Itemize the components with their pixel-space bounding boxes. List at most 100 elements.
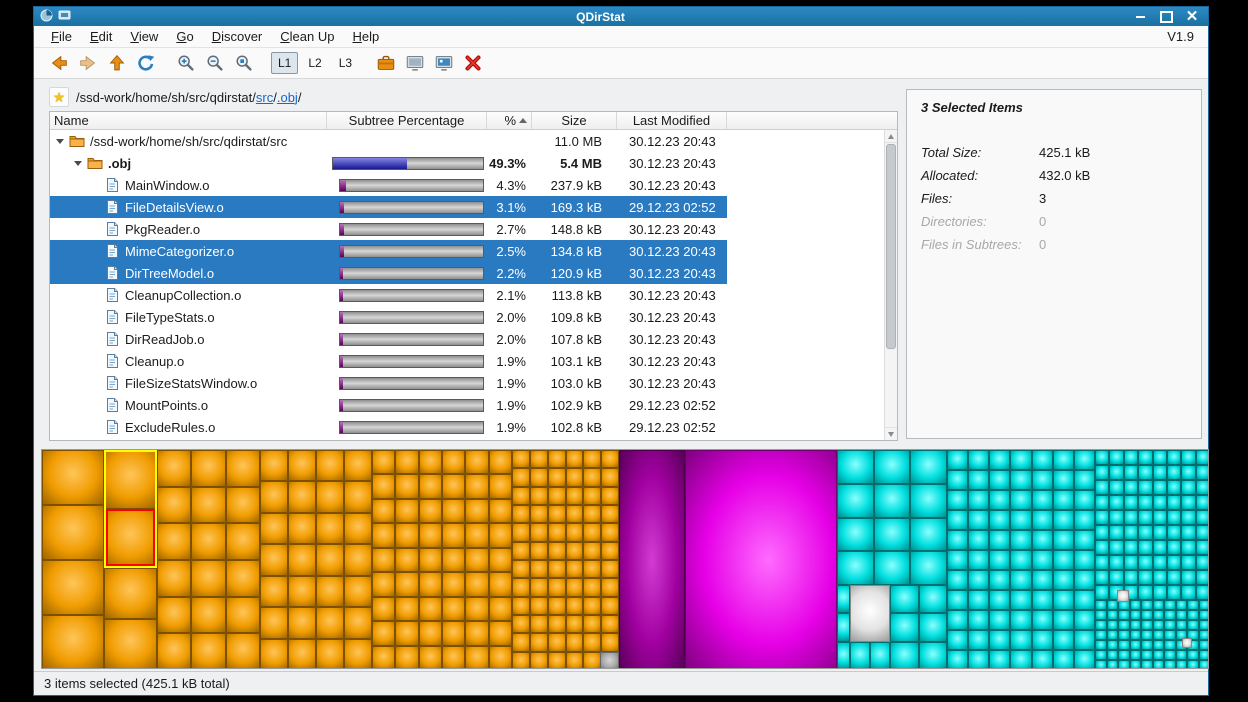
treemap-tile[interactable] <box>191 560 225 597</box>
treemap-tile[interactable] <box>1053 590 1074 610</box>
treemap-tile[interactable] <box>344 576 372 607</box>
up-button[interactable] <box>104 50 130 76</box>
treemap-tile[interactable] <box>260 607 288 638</box>
treemap-tile[interactable] <box>874 450 911 484</box>
treemap-tile[interactable] <box>260 481 288 512</box>
treemap-tile[interactable] <box>1095 570 1109 585</box>
column-header-subtree-percentage[interactable]: Subtree Percentage <box>327 112 487 129</box>
zoom-fit-button[interactable] <box>231 50 257 76</box>
treemap-tile[interactable] <box>837 484 874 518</box>
treemap-tile[interactable] <box>1010 630 1031 650</box>
treemap-tile[interactable] <box>1032 490 1053 510</box>
table-row[interactable]: MimeCategorizer.o2.5%134.8 kB30.12.23 20… <box>50 240 884 262</box>
treemap-tile[interactable] <box>837 450 874 484</box>
treemap-tile[interactable] <box>1130 650 1142 660</box>
treemap-tile[interactable] <box>316 450 344 481</box>
breadcrumb-link[interactable]: src <box>256 90 273 105</box>
treemap-tile[interactable] <box>1109 510 1123 525</box>
layout-l3-button[interactable]: L3 <box>332 52 359 74</box>
treemap-tile[interactable] <box>372 499 395 523</box>
treemap-tile[interactable] <box>1032 550 1053 570</box>
treemap-tile[interactable] <box>1010 490 1031 510</box>
treemap-tile[interactable] <box>910 484 947 518</box>
layout-l2-button[interactable]: L2 <box>301 52 328 74</box>
treemap-tile[interactable] <box>1032 530 1053 550</box>
treemap-tile[interactable] <box>288 576 316 607</box>
treemap-tile[interactable] <box>1118 630 1130 640</box>
treemap-tile[interactable] <box>548 523 566 541</box>
treemap-tile[interactable] <box>316 481 344 512</box>
treemap-tile[interactable] <box>837 551 874 585</box>
treemap-tile[interactable] <box>42 560 104 615</box>
treemap-tile[interactable] <box>1010 550 1031 570</box>
treemap-tile[interactable] <box>1138 465 1152 480</box>
treemap-tile[interactable] <box>465 646 488 669</box>
treemap-tile[interactable] <box>583 523 601 541</box>
treemap-tile[interactable] <box>157 633 191 669</box>
treemap-tile[interactable] <box>288 450 316 481</box>
treemap-tile[interactable] <box>442 548 465 572</box>
treemap-tile[interactable] <box>989 610 1010 630</box>
treemap-tile[interactable] <box>1196 585 1209 600</box>
treemap-tile[interactable] <box>566 468 584 486</box>
treemap-tile[interactable] <box>1124 450 1138 465</box>
treemap-tile[interactable] <box>530 468 548 486</box>
table-row[interactable]: ExcludeRules.o1.9%102.8 kB29.12.23 02:52 <box>50 416 884 438</box>
treemap-tile[interactable] <box>395 450 418 474</box>
menu-clean-up[interactable]: Clean Up <box>271 27 343 46</box>
treemap-tile[interactable] <box>1053 510 1074 530</box>
treemap-tile[interactable] <box>947 450 968 470</box>
treemap-tile[interactable] <box>419 474 442 498</box>
treemap-tile[interactable] <box>1032 610 1053 630</box>
treemap-tile[interactable] <box>1109 495 1123 510</box>
treemap-tile[interactable] <box>947 510 968 530</box>
treemap-tile[interactable] <box>442 597 465 621</box>
treemap-tile[interactable] <box>1130 640 1142 650</box>
treemap-tile[interactable] <box>1130 600 1142 610</box>
treemap-tile[interactable] <box>344 481 372 512</box>
treemap-tile[interactable] <box>104 568 157 619</box>
treemap-tile[interactable] <box>548 633 566 651</box>
treemap-tile[interactable] <box>530 487 548 505</box>
treemap-tile[interactable] <box>1074 550 1095 570</box>
treemap-tile[interactable] <box>1074 570 1095 590</box>
treemap-tile[interactable] <box>1153 630 1165 640</box>
scroll-up-icon[interactable] <box>885 130 897 143</box>
treemap-tile[interactable] <box>191 597 225 634</box>
scrollbar-thumb[interactable] <box>886 144 896 349</box>
treemap-tile[interactable] <box>157 450 191 487</box>
treemap-tile[interactable] <box>1095 465 1109 480</box>
treemap-tile[interactable] <box>1196 480 1209 495</box>
treemap-tile[interactable] <box>260 639 288 669</box>
treemap-tile[interactable] <box>548 560 566 578</box>
treemap-tile[interactable] <box>1130 660 1142 669</box>
expander-icon[interactable] <box>56 139 64 144</box>
treemap-tile[interactable] <box>566 505 584 523</box>
treemap-tile[interactable] <box>1196 495 1209 510</box>
treemap-tile[interactable] <box>442 450 465 474</box>
treemap-tile[interactable] <box>1074 630 1095 650</box>
treemap-tile[interactable] <box>566 652 584 669</box>
treemap-tile[interactable] <box>1141 630 1153 640</box>
treemap-tile[interactable] <box>1153 660 1165 669</box>
treemap-tile[interactable] <box>968 590 989 610</box>
treemap-tile[interactable] <box>850 585 890 642</box>
treemap-tile[interactable] <box>1153 585 1167 600</box>
treemap-tile[interactable] <box>1130 620 1142 630</box>
treemap-tile[interactable] <box>1010 470 1031 490</box>
treemap-tile[interactable] <box>442 523 465 547</box>
treemap-tile[interactable] <box>465 621 488 645</box>
treemap-tile[interactable] <box>1109 525 1123 540</box>
treemap-tile[interactable] <box>157 560 191 597</box>
treemap-tile[interactable] <box>1196 555 1209 570</box>
layout-l1-button[interactable]: L1 <box>271 52 298 74</box>
treemap-tile[interactable] <box>1153 610 1165 620</box>
treemap-tile[interactable] <box>419 450 442 474</box>
treemap-tile[interactable] <box>1167 510 1181 525</box>
treemap-tile[interactable] <box>1153 650 1165 660</box>
treemap-tile[interactable] <box>601 523 619 541</box>
treemap-tile[interactable] <box>1053 650 1074 669</box>
treemap-tile[interactable] <box>1074 510 1095 530</box>
treemap-tile[interactable] <box>1153 450 1167 465</box>
treemap-tile[interactable] <box>419 572 442 596</box>
